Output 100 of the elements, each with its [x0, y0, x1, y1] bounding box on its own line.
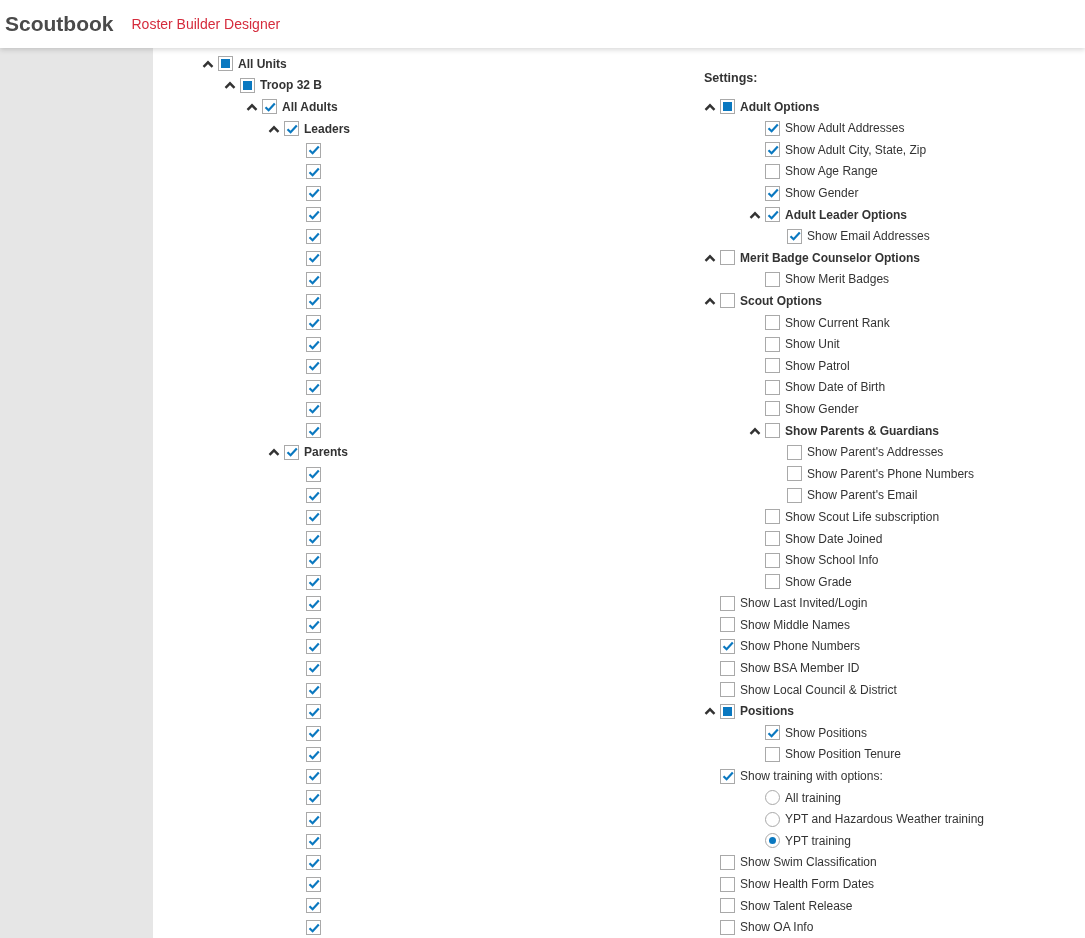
checkbox[interactable]: [306, 725, 321, 741]
app-title: Scoutbook: [5, 12, 114, 36]
checkbox[interactable]: [765, 423, 780, 439]
checkbox[interactable]: [720, 919, 735, 935]
checkbox[interactable]: [306, 466, 321, 482]
checkbox[interactable]: [306, 617, 321, 633]
checkbox[interactable]: [720, 898, 735, 914]
checkbox[interactable]: [720, 639, 735, 654]
checkbox[interactable]: [720, 660, 735, 676]
checkbox[interactable]: [765, 207, 780, 223]
checkbox-label: Show Parent's Email: [807, 488, 918, 503]
checkbox[interactable]: [720, 595, 735, 611]
checkbox[interactable]: [720, 703, 735, 719]
checkbox[interactable]: [306, 704, 321, 720]
settings-heading: Settings:: [704, 70, 759, 87]
checkbox[interactable]: [765, 552, 780, 568]
checkbox[interactable]: [787, 487, 802, 503]
caret-icon[interactable]: [704, 253, 716, 262]
checkbox[interactable]: [306, 358, 321, 374]
checkbox[interactable]: [306, 898, 321, 914]
checkbox[interactable]: [306, 596, 321, 612]
checkbox[interactable]: [306, 876, 321, 892]
checkbox[interactable]: [765, 185, 780, 201]
caret-icon[interactable]: [224, 81, 236, 90]
checkbox[interactable]: [240, 77, 255, 93]
checkbox-label: All Units: [238, 56, 287, 71]
checkbox[interactable]: [720, 768, 735, 784]
checkbox[interactable]: [306, 531, 321, 547]
checkbox[interactable]: [306, 920, 321, 936]
caret-icon[interactable]: [268, 448, 280, 457]
checkbox[interactable]: [306, 574, 321, 590]
checkbox[interactable]: [284, 121, 299, 137]
checkbox[interactable]: [306, 639, 321, 655]
checkbox[interactable]: [306, 812, 321, 828]
checkbox[interactable]: [765, 358, 780, 374]
caret-icon[interactable]: [246, 103, 258, 111]
checkbox[interactable]: [720, 682, 735, 698]
checkbox[interactable]: [306, 833, 321, 849]
checkbox[interactable]: [306, 855, 321, 871]
checkbox[interactable]: [787, 444, 802, 460]
checkbox[interactable]: [306, 380, 321, 396]
checkbox[interactable]: [306, 552, 321, 568]
checkbox[interactable]: [306, 682, 321, 698]
checkbox[interactable]: [306, 207, 321, 223]
checkbox[interactable]: [765, 163, 780, 179]
checkbox-label: Show Parent's Addresses: [807, 445, 944, 460]
checkbox[interactable]: [306, 185, 321, 201]
caret-icon[interactable]: [202, 59, 214, 68]
caret-icon[interactable]: [749, 210, 761, 219]
checkbox[interactable]: [720, 250, 735, 266]
radio-label: All training: [785, 790, 842, 805]
checkbox-label: Show Scout Life subscription: [785, 509, 940, 524]
checkbox[interactable]: [765, 725, 780, 741]
checkbox[interactable]: [306, 747, 321, 763]
checkbox[interactable]: [306, 293, 321, 309]
checkbox[interactable]: [306, 768, 321, 784]
checkbox[interactable]: [306, 315, 321, 331]
checkbox-label: Show OA Info: [740, 920, 814, 935]
checkbox[interactable]: [765, 401, 780, 417]
checkbox-label: Merit Badge Counselor Options: [740, 250, 920, 265]
checkbox[interactable]: [306, 337, 321, 352]
caret-icon[interactable]: [704, 102, 716, 111]
checkbox[interactable]: [765, 509, 780, 525]
checkbox[interactable]: [306, 229, 321, 245]
checkbox[interactable]: [284, 445, 299, 460]
checkbox[interactable]: [306, 250, 321, 266]
checkbox[interactable]: [765, 746, 780, 762]
checkbox-label: Show Parent's Phone Numbers: [807, 466, 975, 481]
checkbox[interactable]: [765, 271, 780, 287]
caret-icon[interactable]: [749, 426, 761, 435]
checkbox[interactable]: [306, 423, 321, 439]
caret-icon[interactable]: [704, 707, 716, 716]
checkbox[interactable]: [765, 531, 780, 546]
checkbox[interactable]: [787, 228, 802, 244]
checkbox[interactable]: [306, 790, 321, 806]
checkbox[interactable]: [306, 272, 321, 288]
checkbox[interactable]: [765, 315, 780, 331]
checkbox[interactable]: [720, 854, 735, 870]
checkbox[interactable]: [765, 142, 780, 158]
checkbox[interactable]: [765, 379, 780, 395]
checkbox[interactable]: [262, 99, 277, 115]
checkbox[interactable]: [720, 617, 735, 633]
checkbox[interactable]: [720, 293, 735, 309]
checkbox[interactable]: [218, 56, 233, 72]
checkbox[interactable]: [306, 401, 321, 417]
caret-icon[interactable]: [268, 124, 280, 133]
checkbox[interactable]: [720, 876, 735, 892]
caret-icon[interactable]: [704, 297, 716, 305]
checkbox[interactable]: [306, 164, 321, 180]
checkbox[interactable]: [765, 120, 780, 136]
checkbox[interactable]: [720, 99, 735, 115]
checkbox[interactable]: [306, 660, 321, 676]
checkbox[interactable]: [765, 574, 780, 590]
checkbox[interactable]: [765, 336, 780, 352]
checkbox[interactable]: [787, 466, 802, 482]
checkbox[interactable]: [306, 509, 321, 525]
checkbox[interactable]: [306, 488, 321, 504]
checkbox[interactable]: [306, 142, 321, 158]
checkbox-label: Show training with options:: [740, 769, 883, 784]
checkbox-label: Show Health Form Dates: [740, 877, 875, 891]
